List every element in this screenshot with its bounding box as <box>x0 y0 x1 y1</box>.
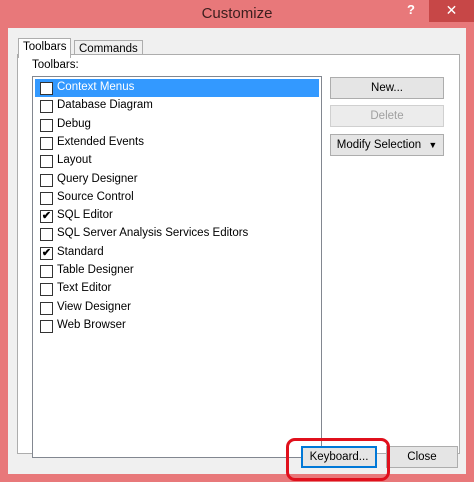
modify-selection-label: Modify Selection <box>336 139 422 151</box>
list-item[interactable]: ✔ Standard <box>35 244 319 262</box>
checkbox[interactable] <box>40 82 53 95</box>
list-item-label: Web Browser <box>57 318 126 331</box>
checkbox[interactable] <box>40 228 53 242</box>
checkbox[interactable] <box>40 283 53 297</box>
list-item-label: Source Control <box>57 190 134 203</box>
new-button[interactable]: New... <box>330 77 444 99</box>
title-bar: Customize ? ✕ <box>0 0 474 28</box>
checkbox[interactable]: ✔ <box>40 210 53 224</box>
list-item[interactable]: Query Designer <box>35 171 319 189</box>
list-item[interactable]: Table Designer <box>35 262 319 280</box>
checkbox[interactable] <box>40 173 53 187</box>
close-button[interactable]: Close <box>386 446 458 468</box>
list-item-label: Query Designer <box>57 172 138 185</box>
checkbox[interactable] <box>40 319 53 333</box>
highlight-annotation <box>286 438 390 481</box>
checkbox[interactable] <box>40 155 53 169</box>
checkbox[interactable] <box>40 118 53 132</box>
list-item[interactable]: Text Editor <box>35 280 319 298</box>
list-item[interactable]: Debug <box>35 116 319 134</box>
modify-selection-button[interactable]: Modify Selection ▼ <box>330 134 444 156</box>
toolbars-list[interactable]: Context Menus Database Diagram Debug Ext… <box>32 76 322 458</box>
help-button[interactable]: ? <box>398 0 424 22</box>
list-item-label: View Designer <box>57 300 131 313</box>
checkbox[interactable] <box>40 265 53 278</box>
delete-button[interactable]: Delete <box>330 105 444 127</box>
toolbars-label: Toolbars: <box>32 59 79 71</box>
list-item[interactable]: SQL Server Analysis Services Editors <box>35 225 319 243</box>
tab-toolbars[interactable]: Toolbars <box>18 38 72 58</box>
list-item-label: Context Menus <box>57 81 135 93</box>
list-item-label: SQL Editor <box>57 209 113 222</box>
checkbox[interactable]: ✔ <box>40 246 53 260</box>
checkbox[interactable] <box>40 136 53 150</box>
customize-dialog: Toolbars Commands Toolbars: Context Menu… <box>8 28 466 474</box>
list-item-label: Debug <box>57 117 91 130</box>
list-item[interactable]: Layout <box>35 152 319 170</box>
list-item-label: Standard <box>57 245 104 258</box>
list-item[interactable]: Extended Events <box>35 134 319 152</box>
close-window-button[interactable]: ✕ <box>429 0 474 22</box>
checkbox[interactable] <box>40 191 53 205</box>
list-item[interactable]: Web Browser <box>35 317 319 335</box>
list-item-label: Extended Events <box>57 135 144 148</box>
list-item[interactable]: Source Control <box>35 189 319 207</box>
list-item-label: SQL Server Analysis Services Editors <box>57 227 249 240</box>
list-item-label: Table Designer <box>57 264 134 276</box>
list-item[interactable]: Database Diagram <box>35 97 319 115</box>
list-item-label: Database Diagram <box>57 99 153 112</box>
list-item[interactable]: View Designer <box>35 299 319 317</box>
list-item[interactable]: Context Menus <box>35 79 319 97</box>
dropdown-arrow-icon: ▼ <box>428 140 438 150</box>
list-item-label: Layout <box>57 154 92 167</box>
checkbox[interactable] <box>40 100 53 114</box>
list-item[interactable]: ✔ SQL Editor <box>35 207 319 225</box>
list-item-label: Text Editor <box>57 282 112 295</box>
checkbox[interactable] <box>40 301 53 315</box>
